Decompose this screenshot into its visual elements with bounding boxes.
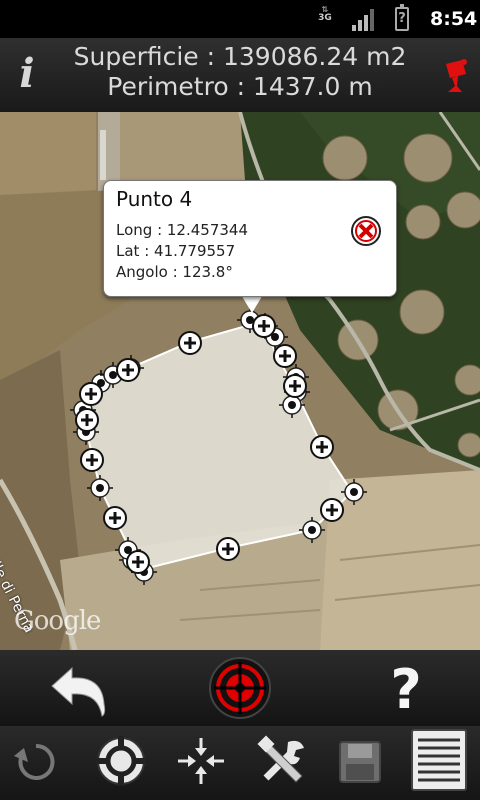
tools-icon[interactable] [256, 734, 310, 788]
popup-latitude: Lat : 41.779557 [116, 242, 236, 260]
refresh-icon[interactable] [12, 738, 60, 786]
crosshair-target-icon[interactable] [208, 656, 272, 720]
help-button[interactable]: ? [382, 660, 430, 720]
popup-longitude: Long : 12.457344 [116, 221, 249, 239]
popup-title: Punto 4 [116, 187, 193, 211]
point-info-popup: Punto 4 Long : 12.457344 Lat : 41.779557… [103, 180, 397, 297]
locate-icon[interactable] [94, 734, 148, 788]
midpoint-add-markers [74, 313, 345, 575]
undo-icon[interactable] [44, 662, 110, 718]
save-icon[interactable] [336, 738, 384, 786]
list-icon[interactable] [410, 728, 468, 792]
move-point-icon[interactable] [174, 734, 228, 788]
delete-point-icon[interactable] [350, 215, 382, 247]
secondary-toolbar [0, 726, 480, 800]
popup-angle: Angolo : 123.8° [116, 263, 233, 281]
